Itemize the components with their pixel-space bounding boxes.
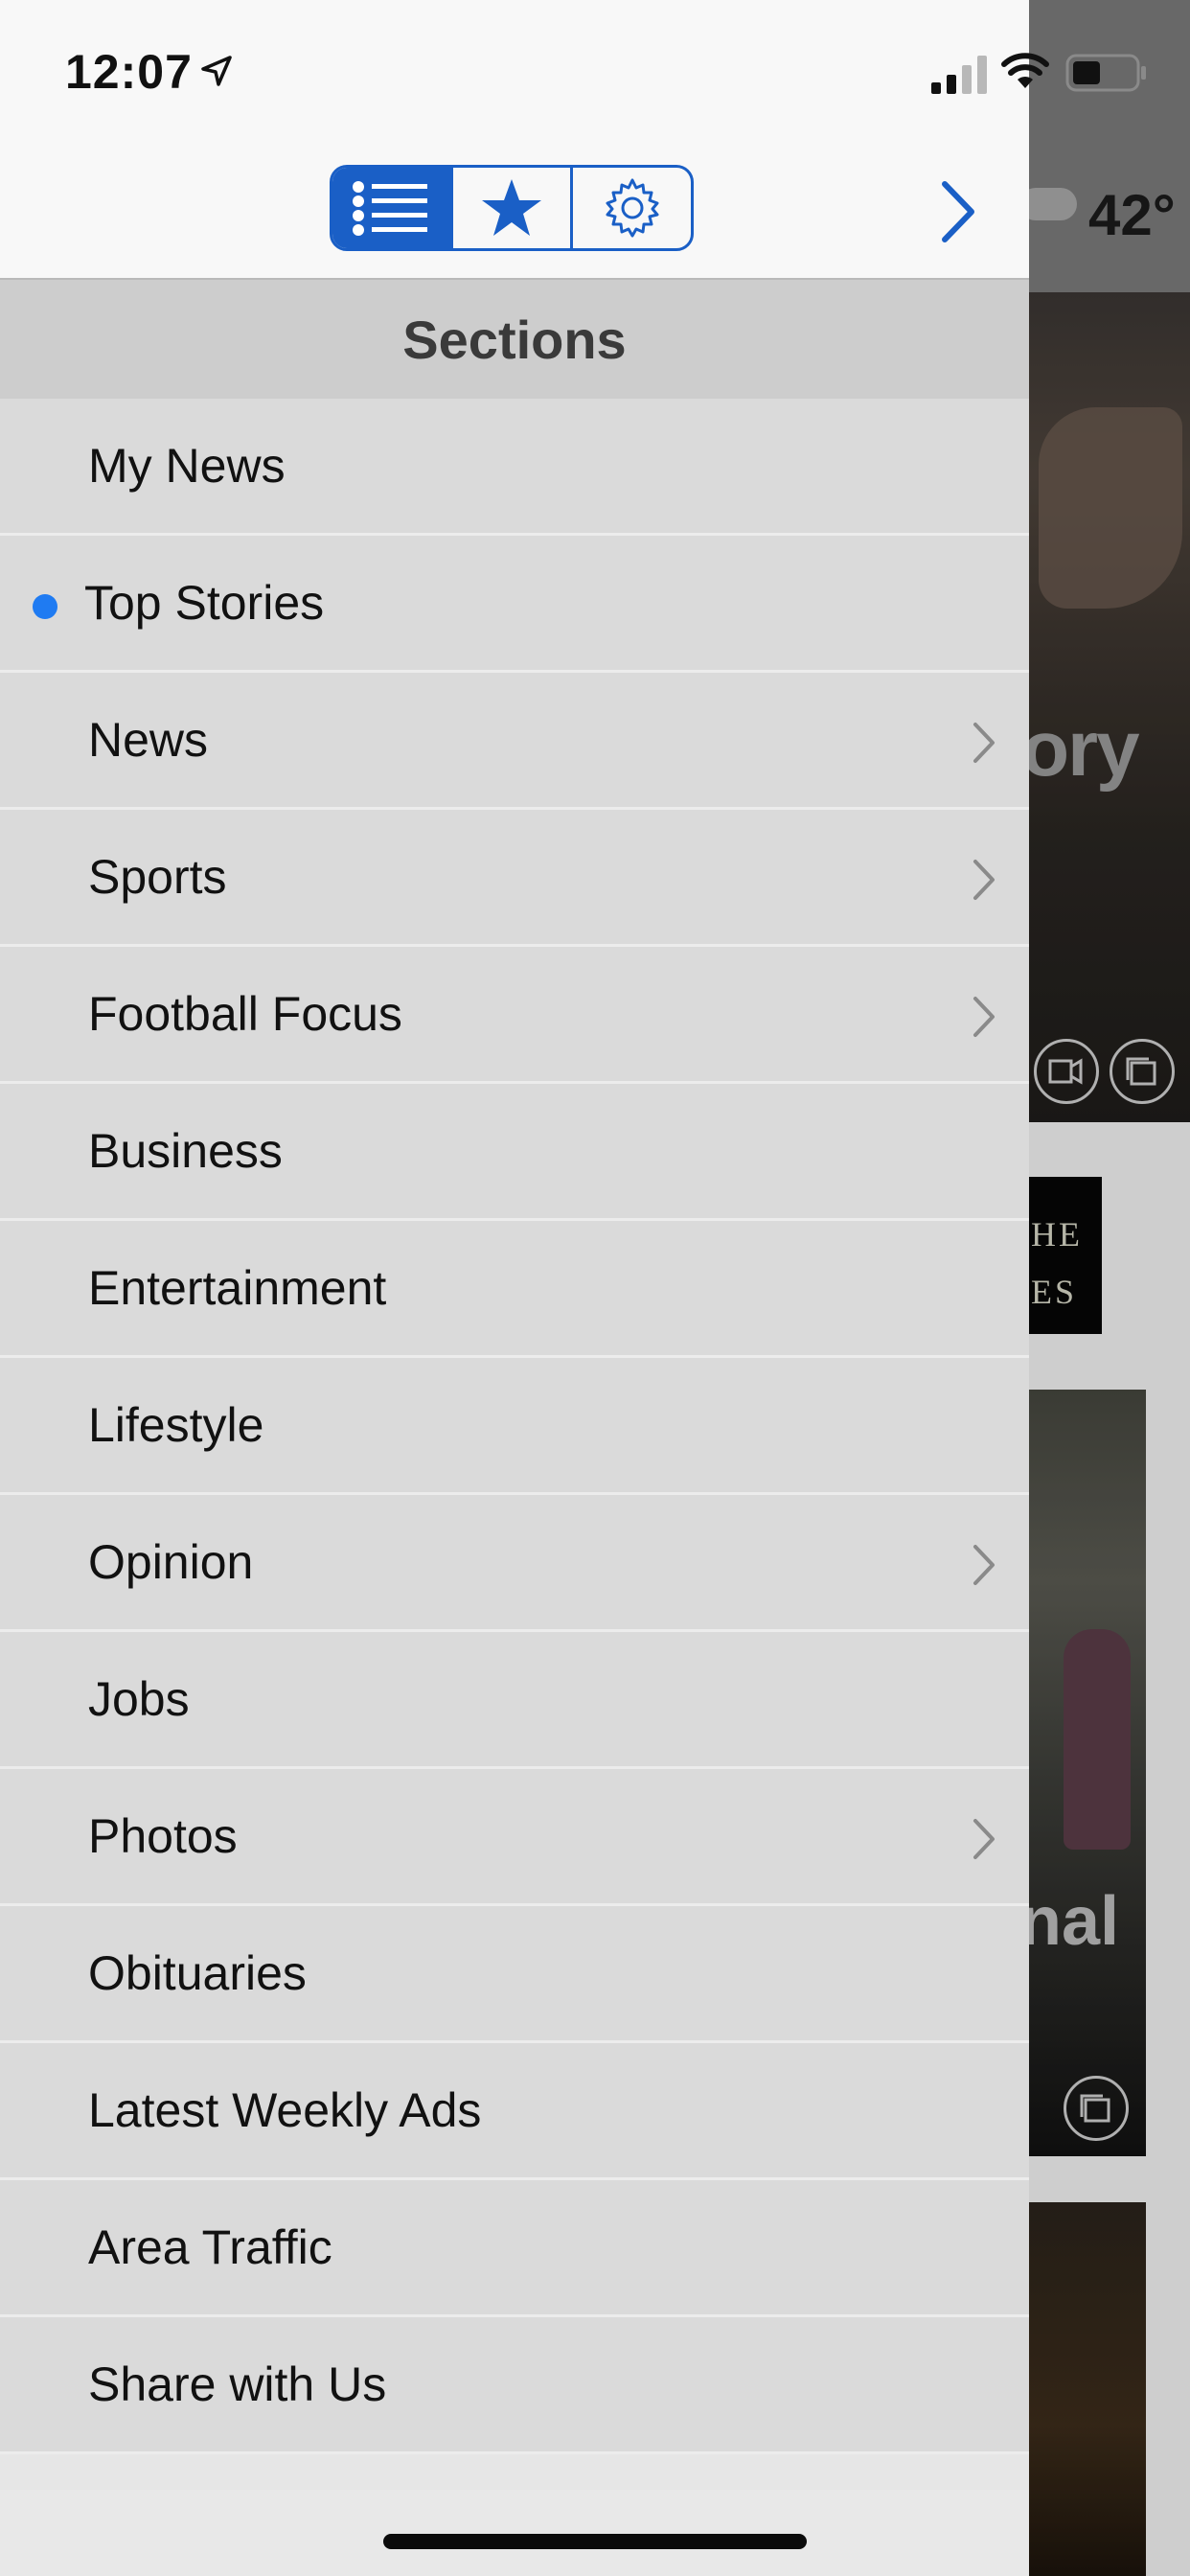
section-item-label: News xyxy=(88,713,209,767)
chevron-right-icon xyxy=(973,1545,995,1585)
segmented-control xyxy=(330,165,694,251)
section-item-label: Sports xyxy=(88,850,227,904)
section-item-label: Share with Us xyxy=(88,2358,387,2411)
chevron-right-icon xyxy=(973,723,995,763)
gear-icon xyxy=(606,178,659,238)
section-item[interactable]: Photos xyxy=(0,1769,1029,1906)
chevron-right-icon xyxy=(973,860,995,900)
sections-list: My News Top Stories News Sports Football Foc… xyxy=(0,399,1029,2454)
home-indicator[interactable] xyxy=(383,2534,807,2549)
selected-indicator-dot xyxy=(33,594,57,619)
section-item-label: Football Focus xyxy=(88,987,402,1041)
wifi-icon xyxy=(1001,53,1049,88)
section-item[interactable]: Business xyxy=(0,1084,1029,1221)
tab-sections[interactable] xyxy=(332,168,453,248)
section-item[interactable]: Jobs xyxy=(0,1632,1029,1769)
section-item[interactable]: Opinion xyxy=(0,1495,1029,1632)
section-item[interactable]: My News xyxy=(0,399,1029,536)
section-item-label: Business xyxy=(88,1124,283,1178)
section-item-label: Lifestyle xyxy=(88,1398,264,1452)
section-item[interactable]: Latest Weekly Ads xyxy=(0,2043,1029,2180)
section-item-label: Opinion xyxy=(88,1535,254,1589)
drawer-footer xyxy=(0,2490,1029,2576)
tab-settings[interactable] xyxy=(573,168,691,248)
list-icon xyxy=(353,181,428,236)
section-item-label: Entertainment xyxy=(88,1261,387,1315)
section-item-label: Top Stories xyxy=(84,576,325,630)
status-time: 12:07 xyxy=(65,45,193,99)
chevron-right-icon[interactable] xyxy=(933,178,983,245)
section-item[interactable]: Football Focus xyxy=(0,947,1029,1084)
sections-drawer: 12:07 Sections My News Top Stories News … xyxy=(0,0,1029,2576)
drawer-toolbar xyxy=(0,144,1029,280)
section-item[interactable]: News xyxy=(0,673,1029,810)
section-item-label: My News xyxy=(88,439,286,493)
section-item[interactable]: Obituaries xyxy=(0,1906,1029,2043)
section-item[interactable]: Area Traffic xyxy=(0,2180,1029,2317)
chevron-right-icon xyxy=(973,1819,995,1859)
tab-favorites[interactable] xyxy=(453,168,574,248)
status-bar: 12:07 xyxy=(0,0,1029,144)
chevron-right-icon xyxy=(973,997,995,1037)
sections-header: Sections xyxy=(0,280,1029,399)
section-item[interactable]: Share with Us xyxy=(0,2317,1029,2454)
battery-icon xyxy=(1065,54,1146,92)
section-item-label: Photos xyxy=(88,1809,238,1863)
location-arrow-icon xyxy=(201,56,232,86)
section-item[interactable]: Lifestyle xyxy=(0,1358,1029,1495)
section-item[interactable]: Sports xyxy=(0,810,1029,947)
star-icon xyxy=(482,179,541,236)
section-item[interactable]: Entertainment xyxy=(0,1221,1029,1358)
cellular-signal-icon xyxy=(931,56,987,94)
section-item-label: Latest Weekly Ads xyxy=(88,2083,482,2137)
sections-title: Sections xyxy=(402,309,627,370)
section-item-label: Area Traffic xyxy=(88,2220,332,2274)
section-item-label: Obituaries xyxy=(88,1946,307,2000)
background-content: 42° ory HE ES nal xyxy=(1029,0,1190,2576)
section-item-label: Jobs xyxy=(88,1672,190,1726)
section-item[interactable]: Top Stories xyxy=(0,536,1029,673)
